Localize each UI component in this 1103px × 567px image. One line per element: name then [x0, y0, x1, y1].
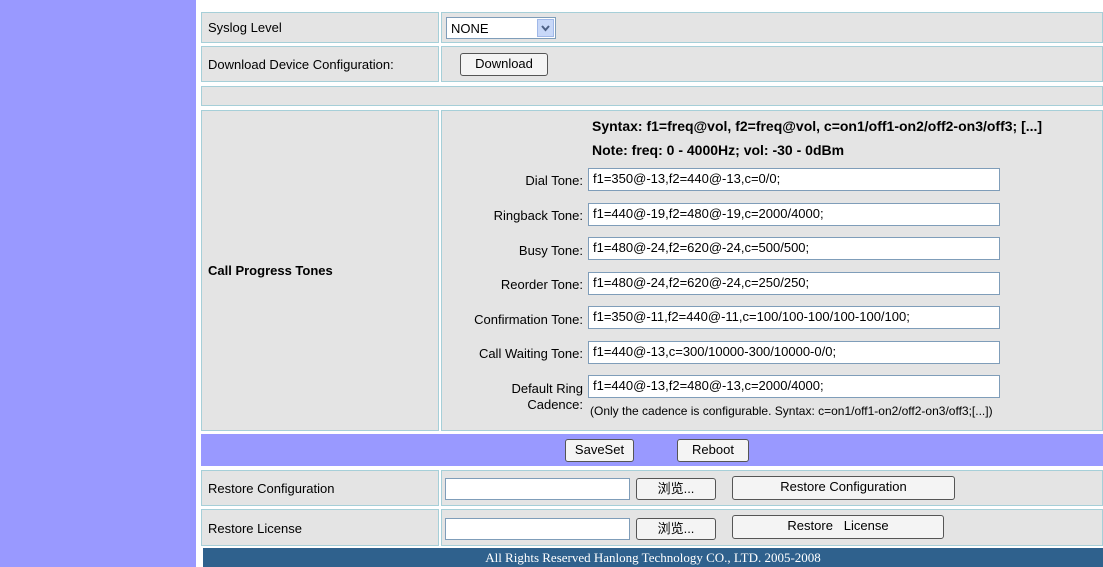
confirmation-tone-input[interactable]: f1=350@-11,f2=440@-11,c=100/100-100/100-…: [588, 306, 1000, 329]
tones-section-label: Call Progress Tones: [208, 263, 333, 278]
syslog-level-value: NONE: [451, 21, 489, 36]
download-label-cell: Download Device Configuration:: [201, 46, 439, 82]
restore-license-value-cell: 浏览... Restore License: [441, 509, 1103, 546]
tones-label-cell: Call Progress Tones: [201, 110, 439, 431]
tones-syntax: Syntax: f1=freq@vol, f2=freq@vol, c=on1/…: [592, 118, 1043, 134]
download-value-cell: Download: [441, 46, 1103, 82]
reorder-tone-input[interactable]: f1=480@-24,f2=620@-24,c=250/250;: [588, 272, 1000, 295]
restore-license-browse-button[interactable]: 浏览...: [636, 518, 716, 540]
restore-config-label-cell: Restore Configuration: [201, 470, 439, 506]
restore-config-value-cell: 浏览... Restore Configuration: [441, 470, 1103, 506]
default-ring-input[interactable]: f1=440@-13,f2=480@-13,c=2000/4000;: [588, 375, 1000, 398]
syslog-value-cell: NONE: [441, 12, 1103, 43]
ringback-tone-input[interactable]: f1=440@-19,f2=480@-19,c=2000/4000;: [588, 203, 1000, 226]
dial-tone-input[interactable]: f1=350@-13,f2=440@-13,c=0/0;: [588, 168, 1000, 191]
syslog-level-select[interactable]: NONE: [446, 17, 556, 39]
restore-license-label: Restore License: [208, 521, 302, 536]
restore-config-browse-button[interactable]: 浏览...: [636, 478, 716, 500]
tones-note: Note: freq: 0 - 4000Hz; vol: -30 - 0dBm: [592, 142, 845, 158]
restore-license-label-cell: Restore License: [201, 509, 439, 546]
restore-license-file-input[interactable]: [445, 518, 630, 540]
busy-tone-label: Busy Tone:: [518, 243, 583, 258]
dial-tone-label: Dial Tone:: [525, 173, 583, 188]
syslog-label: Syslog Level: [208, 20, 282, 35]
left-sidebar: [0, 0, 196, 567]
spacer-row: [201, 86, 1103, 106]
default-ring-label-line2: Cadence:: [527, 397, 583, 412]
reorder-tone-label: Reorder Tone:: [500, 277, 583, 292]
reboot-button[interactable]: Reboot: [677, 439, 749, 462]
busy-tone-input[interactable]: f1=480@-24,f2=620@-24,c=500/500;: [588, 237, 1000, 260]
confirmation-tone-label: Confirmation Tone:: [474, 312, 583, 327]
saveset-button[interactable]: SaveSet: [565, 439, 634, 462]
chevron-down-icon[interactable]: [537, 19, 554, 37]
syslog-label-cell: Syslog Level: [201, 12, 439, 43]
download-label: Download Device Configuration:: [208, 57, 394, 72]
download-button[interactable]: Download: [460, 53, 548, 76]
call-waiting-tone-input[interactable]: f1=440@-13,c=300/10000-300/10000-0/0;: [588, 341, 1000, 364]
restore-config-file-input[interactable]: [445, 478, 630, 500]
ringback-tone-label: Ringback Tone:: [493, 208, 583, 223]
default-ring-hint: (Only the cadence is configurable. Synta…: [590, 404, 993, 418]
footer-copyright: All Rights Reserved Hanlong Technology C…: [203, 548, 1103, 567]
default-ring-label-line1: Default Ring: [511, 381, 583, 396]
call-waiting-tone-label: Call Waiting Tone:: [478, 346, 583, 361]
action-bar: [201, 434, 1103, 466]
restore-config-button[interactable]: Restore Configuration: [732, 476, 955, 500]
restore-license-button[interactable]: Restore License: [732, 515, 944, 539]
restore-config-label: Restore Configuration: [208, 481, 335, 496]
